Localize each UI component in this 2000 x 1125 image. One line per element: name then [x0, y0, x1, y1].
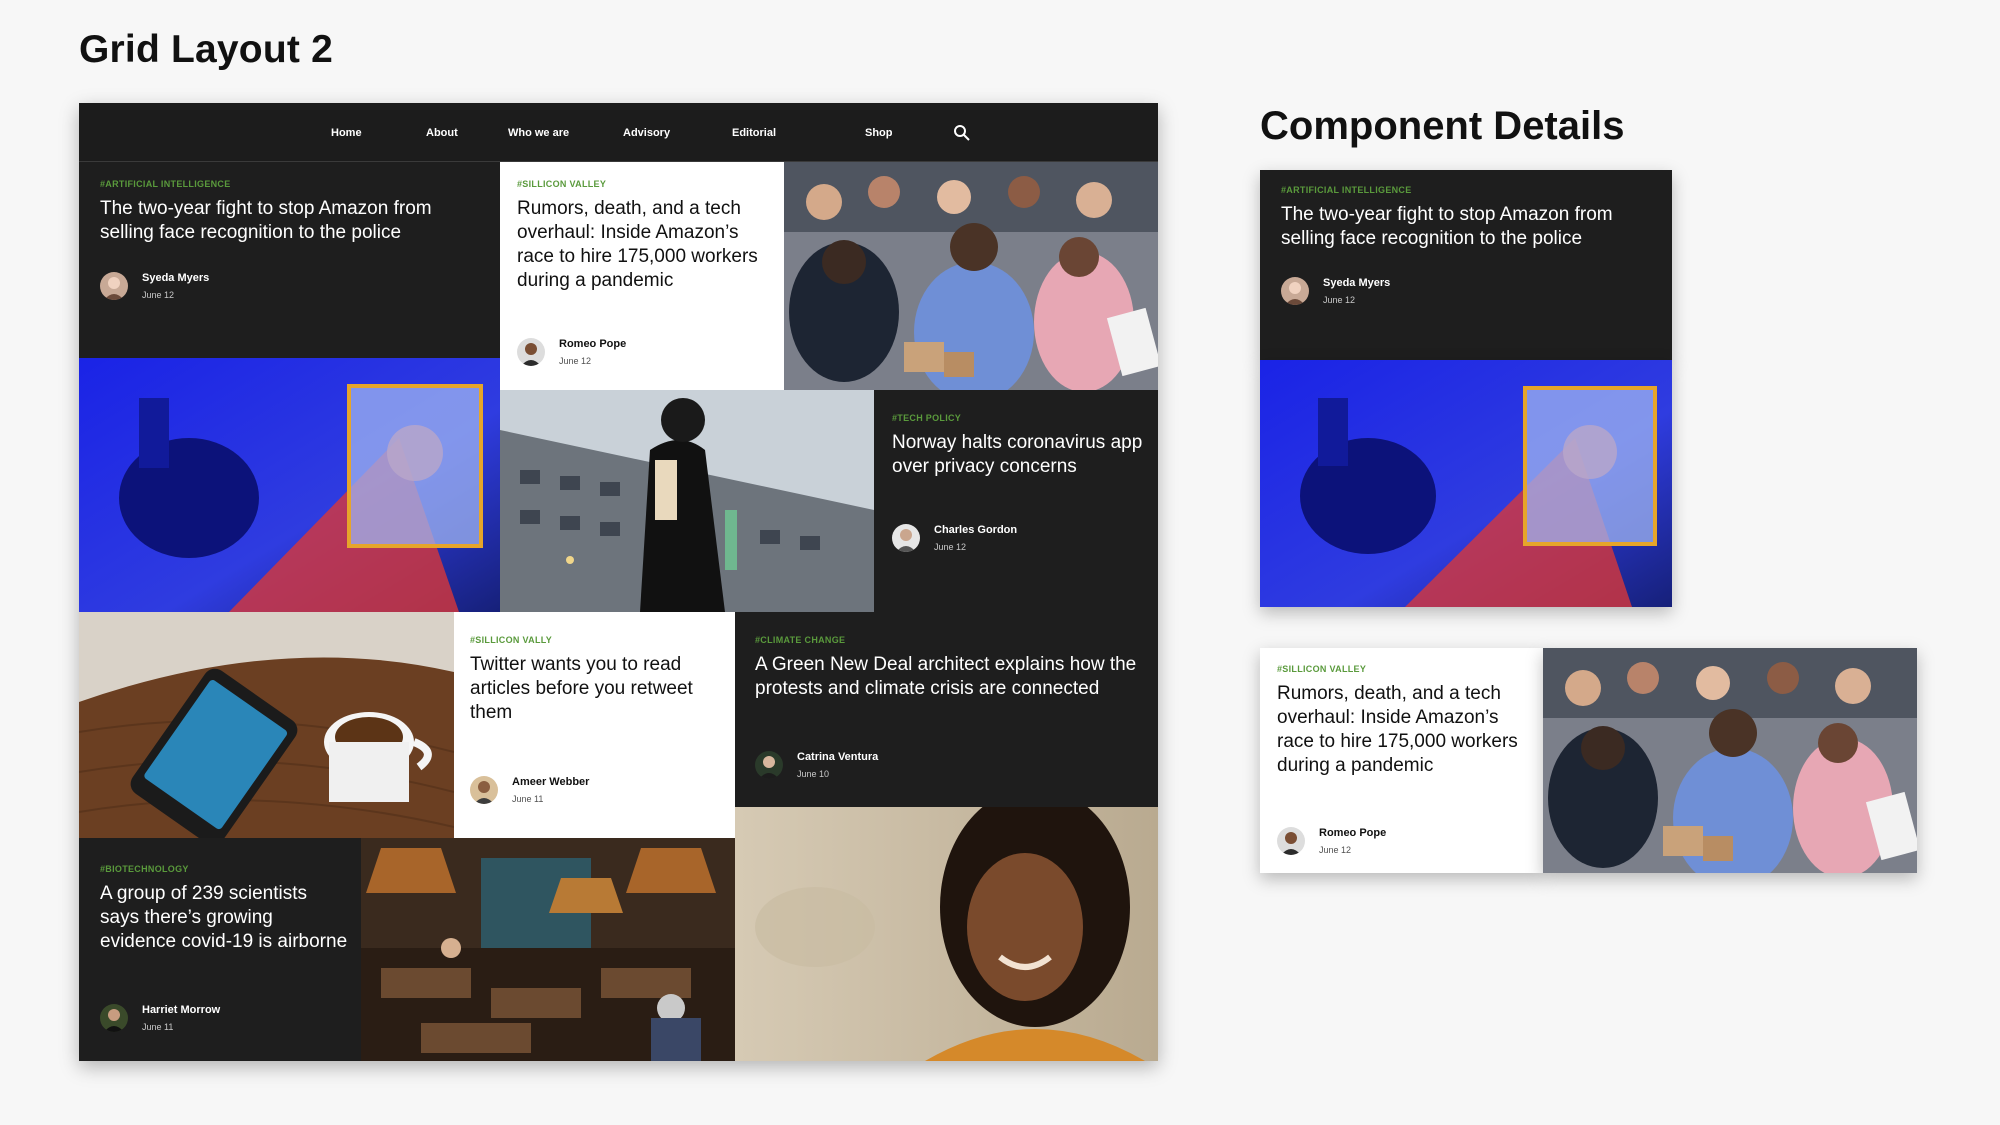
- article-headline[interactable]: A group of 239 scientists says there’s g…: [100, 882, 350, 954]
- article-tag: #SILLICON VALLY: [470, 635, 553, 645]
- article-card-covid-airborne[interactable]: #BIOTECHNOLOGY A group of 239 scientists…: [79, 838, 361, 1061]
- avatar: [1277, 827, 1305, 855]
- article-card-twitter[interactable]: #SILLICON VALLY Twitter wants you to rea…: [454, 612, 735, 838]
- article-date: June 12: [559, 356, 592, 366]
- article-headline[interactable]: A Green New Deal architect explains how …: [755, 653, 1151, 701]
- article-date: June 12: [1319, 845, 1352, 855]
- article-author: Syeda Myers June 12: [100, 272, 209, 300]
- top-navigation: Home About Who we are Advisory Editorial…: [79, 103, 1158, 162]
- avatar: [755, 751, 783, 779]
- avatar: [100, 1004, 128, 1032]
- surveillance-camera-image: [79, 358, 500, 612]
- avatar: [1281, 277, 1309, 305]
- author-name[interactable]: Syeda Myers: [142, 272, 209, 284]
- article-date: June 12: [142, 290, 175, 300]
- article-tag: #BIOTECHNOLOGY: [100, 864, 189, 874]
- article-headline[interactable]: The two-year fight to stop Amazon from s…: [100, 197, 490, 245]
- article-headline[interactable]: Rumors, death, and a tech overhaul: Insi…: [1277, 682, 1539, 778]
- author-name[interactable]: Harriet Morrow: [142, 1004, 220, 1016]
- detail-card-amazon-police[interactable]: #ARTIFICIAL INTELLIGENCE The two-year fi…: [1260, 170, 1672, 360]
- nav-item-editorial[interactable]: Editorial: [732, 127, 776, 139]
- author-name[interactable]: Charles Gordon: [934, 524, 1017, 536]
- article-headline[interactable]: Twitter wants you to read articles befor…: [470, 653, 728, 725]
- detail-crowd-job-fair-image: [1543, 648, 1917, 873]
- search-icon[interactable]: [953, 124, 971, 142]
- author-name[interactable]: Ameer Webber: [512, 776, 589, 788]
- article-author: Charles Gordon June 12: [892, 524, 1017, 552]
- article-date: June 12: [934, 542, 967, 552]
- author-name[interactable]: Catrina Ventura: [797, 751, 878, 763]
- article-date: June 10: [797, 769, 830, 779]
- article-tag: #ARTIFICIAL INTELLIGENCE: [1281, 185, 1412, 195]
- nav-item-shop[interactable]: Shop: [865, 127, 893, 139]
- avatar: [892, 524, 920, 552]
- nav-item-advisory[interactable]: Advisory: [623, 127, 670, 139]
- article-author: Syeda Myers June 12: [1281, 277, 1390, 305]
- article-tag: #CLIMATE CHANGE: [755, 635, 846, 645]
- article-author: Romeo Pope June 12: [1277, 827, 1386, 855]
- article-author: Romeo Pope June 12: [517, 338, 626, 366]
- article-card-amazon-hire[interactable]: #SILLICON VALLEY Rumors, death, and a te…: [500, 162, 784, 390]
- woman-on-phone-street-image: [500, 390, 874, 612]
- article-date: June 12: [1323, 295, 1356, 305]
- grid-layout-frame: Home About Who we are Advisory Editorial…: [79, 103, 1158, 1061]
- article-author: Harriet Morrow June 11: [100, 1004, 220, 1032]
- article-date: June 11: [512, 794, 544, 804]
- nav-item-home[interactable]: Home: [331, 127, 362, 139]
- article-headline[interactable]: Norway halts coronavirus app over privac…: [892, 431, 1148, 479]
- avatar: [517, 338, 545, 366]
- article-tag: #SILLICON VALLEY: [1277, 664, 1367, 674]
- article-tag: #ARTIFICIAL INTELLIGENCE: [100, 179, 231, 189]
- article-card-amazon-police[interactable]: #ARTIFICIAL INTELLIGENCE The two-year fi…: [79, 162, 500, 358]
- article-author: Catrina Ventura June 10: [755, 751, 878, 779]
- article-author: Ameer Webber June 11: [470, 776, 589, 804]
- phone-and-coffee-image: [79, 612, 454, 838]
- author-name[interactable]: Syeda Myers: [1323, 277, 1390, 289]
- component-details-title: Component Details: [1260, 104, 1625, 148]
- restaurant-interior-image: [361, 838, 735, 1061]
- nav-item-about[interactable]: About: [426, 127, 458, 139]
- article-headline[interactable]: Rumors, death, and a tech overhaul: Insi…: [517, 197, 779, 293]
- article-tag: #TECH POLICY: [892, 413, 962, 423]
- author-name[interactable]: Romeo Pope: [1319, 827, 1386, 839]
- avatar: [100, 272, 128, 300]
- smiling-woman-portrait-image: [735, 807, 1158, 1061]
- crowd-job-fair-image: [784, 162, 1158, 390]
- detail-surveillance-camera-image: [1260, 360, 1672, 607]
- author-name[interactable]: Romeo Pope: [559, 338, 626, 350]
- article-tag: #SILLICON VALLEY: [517, 179, 607, 189]
- page-title: Grid Layout 2: [79, 28, 333, 71]
- nav-item-who-we-are[interactable]: Who we are: [508, 127, 569, 139]
- article-card-norway[interactable]: #TECH POLICY Norway halts coronavirus ap…: [874, 390, 1158, 612]
- article-date: June 11: [142, 1022, 174, 1032]
- avatar: [470, 776, 498, 804]
- detail-card-amazon-hire[interactable]: #SILLICON VALLEY Rumors, death, and a te…: [1260, 648, 1543, 873]
- article-headline[interactable]: The two-year fight to stop Amazon from s…: [1281, 203, 1661, 251]
- article-card-green-deal[interactable]: #CLIMATE CHANGE A Green New Deal archite…: [735, 612, 1158, 807]
